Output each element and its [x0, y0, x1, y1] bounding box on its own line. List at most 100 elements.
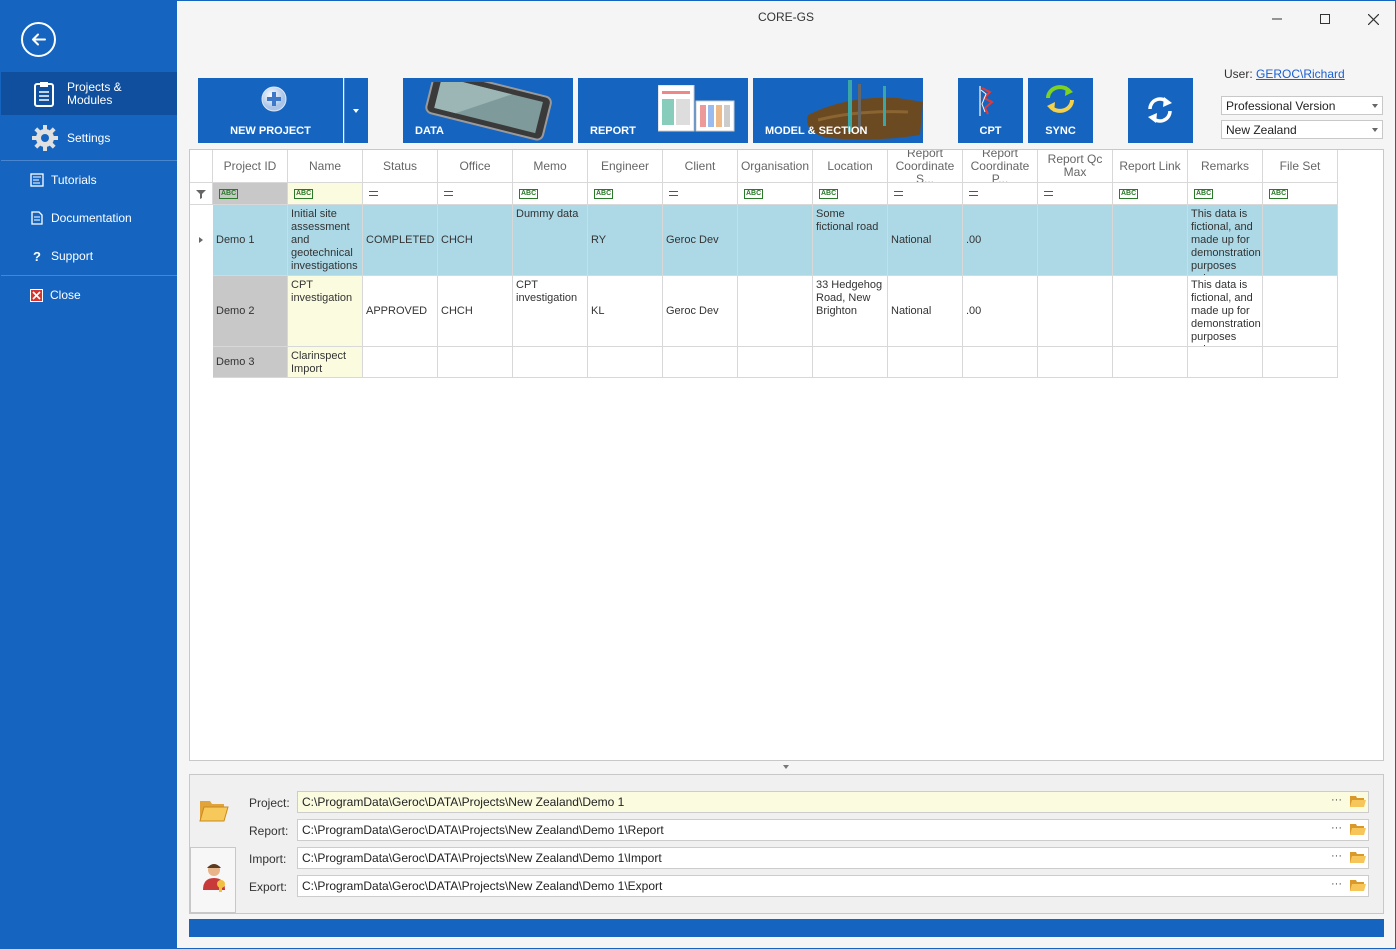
data-module-button[interactable]: DATA [403, 78, 573, 143]
column-header[interactable]: Name [288, 150, 363, 183]
filter-cell[interactable]: ABC [288, 183, 363, 205]
sidebar-item-support[interactable]: ? Support [1, 247, 177, 265]
table-cell[interactable]: Demo 1 [213, 205, 288, 276]
column-header[interactable]: Location [813, 150, 888, 183]
table-cell[interactable] [738, 347, 813, 378]
column-header[interactable]: Remarks [1188, 150, 1263, 183]
panel-splitter[interactable] [783, 765, 789, 769]
version-select[interactable]: Professional Version [1221, 96, 1383, 115]
cpt-module-button[interactable]: CPT [958, 78, 1023, 143]
column-header[interactable]: Client [663, 150, 738, 183]
folder-icon[interactable] [1350, 794, 1366, 811]
table-cell[interactable] [1188, 347, 1263, 378]
table-cell[interactable]: CPT investigation [513, 276, 588, 347]
project-path-field[interactable]: C:\ProgramData\Geroc\DATA\Projects\New Z… [297, 791, 1369, 813]
sidebar-item-tutorials[interactable]: Tutorials [1, 171, 177, 189]
table-cell[interactable] [363, 347, 438, 378]
table-cell[interactable]: National [888, 276, 963, 347]
export-path-field[interactable]: C:\ProgramData\Geroc\DATA\Projects\New Z… [297, 875, 1369, 897]
sidebar-item-settings[interactable]: Settings [1, 121, 177, 155]
table-cell[interactable]: National [888, 205, 963, 276]
table-cell[interactable]: RY [588, 205, 663, 276]
sidebar-item-close[interactable]: Close [1, 286, 177, 304]
filter-cell[interactable]: ABC [213, 183, 288, 205]
table-cell[interactable] [513, 347, 588, 378]
maximize-button[interactable] [1315, 9, 1335, 29]
browse-button[interactable]: ··· [1331, 822, 1342, 834]
table-cell[interactable]: Geroc Dev [663, 205, 738, 276]
table-cell[interactable]: APPROVED [363, 276, 438, 347]
minimize-button[interactable] [1267, 9, 1287, 29]
user-link[interactable]: GEROC\Richard [1256, 67, 1345, 81]
filter-cell[interactable] [438, 183, 513, 205]
column-header[interactable]: File Set [1263, 150, 1338, 183]
table-cell[interactable]: .00 [963, 276, 1038, 347]
column-header[interactable]: Status [363, 150, 438, 183]
new-project-button[interactable]: NEW PROJECT [198, 78, 343, 143]
table-cell[interactable] [738, 205, 813, 276]
filter-cell[interactable]: ABC [1188, 183, 1263, 205]
table-cell[interactable]: .00 [963, 205, 1038, 276]
column-header[interactable]: Report Coordinate P... [963, 150, 1038, 183]
user-settings-tab[interactable] [190, 847, 236, 913]
table-cell[interactable] [813, 347, 888, 378]
new-project-dropdown-button[interactable] [344, 78, 368, 143]
column-header[interactable]: Report Coordinate S... [888, 150, 963, 183]
table-cell[interactable] [1263, 347, 1338, 378]
table-cell[interactable] [888, 347, 963, 378]
table-cell[interactable]: 33 Hedgehog Road, New Brighton [813, 276, 888, 347]
browse-button[interactable]: ··· [1331, 794, 1342, 806]
filter-cell[interactable]: ABC [813, 183, 888, 205]
table-cell[interactable]: CHCH [438, 205, 513, 276]
table-cell[interactable] [438, 347, 513, 378]
table-cell[interactable] [963, 347, 1038, 378]
table-cell[interactable]: KL [588, 276, 663, 347]
close-window-button[interactable] [1363, 9, 1383, 29]
table-cell[interactable]: Dummy data [513, 205, 588, 276]
table-cell[interactable] [1038, 276, 1113, 347]
table-cell[interactable]: Geroc Dev [663, 276, 738, 347]
report-module-button[interactable]: REPORT [578, 78, 748, 143]
table-cell[interactable] [588, 347, 663, 378]
filter-cell[interactable]: ABC [588, 183, 663, 205]
column-header[interactable]: Organisation [738, 150, 813, 183]
column-header[interactable]: Engineer [588, 150, 663, 183]
sidebar-item-documentation[interactable]: Documentation [1, 209, 177, 227]
column-header[interactable]: Report Qc Max [1038, 150, 1113, 183]
browse-button[interactable]: ··· [1331, 878, 1342, 890]
table-cell[interactable]: Initial site assessment and geotechnical… [288, 205, 363, 276]
sync-module-button[interactable]: SYNC [1028, 78, 1093, 143]
table-cell[interactable]: This data is fictional, and made up for … [1188, 205, 1263, 276]
table-cell[interactable] [1113, 276, 1188, 347]
folder-icon[interactable] [1350, 850, 1366, 867]
report-path-field[interactable]: C:\ProgramData\Geroc\DATA\Projects\New Z… [297, 819, 1369, 841]
table-cell[interactable] [1113, 205, 1188, 276]
back-button[interactable] [21, 22, 56, 57]
table-cell[interactable]: COMPLETED [363, 205, 438, 276]
table-cell[interactable]: CPT investigation [288, 276, 363, 347]
column-header[interactable]: Memo [513, 150, 588, 183]
column-header[interactable]: Report Link [1113, 150, 1188, 183]
table-cell[interactable]: This data is fictional, and made up for … [1188, 276, 1263, 347]
filter-cell[interactable] [963, 183, 1038, 205]
folder-open-icon[interactable] [199, 797, 229, 826]
filter-cell[interactable] [663, 183, 738, 205]
column-header[interactable]: Project ID [213, 150, 288, 183]
filter-cell[interactable]: ABC [738, 183, 813, 205]
table-cell[interactable] [1263, 276, 1338, 347]
import-path-field[interactable]: C:\ProgramData\Geroc\DATA\Projects\New Z… [297, 847, 1369, 869]
model-section-module-button[interactable]: MODEL & SECTION [753, 78, 923, 143]
filter-row-icon[interactable] [190, 183, 213, 205]
filter-cell[interactable] [363, 183, 438, 205]
filter-cell[interactable] [888, 183, 963, 205]
table-cell[interactable] [1038, 347, 1113, 378]
table-cell[interactable] [1038, 205, 1113, 276]
region-select[interactable]: New Zealand [1221, 120, 1383, 139]
sidebar-item-projects-modules[interactable]: Projects & Modules [1, 72, 177, 115]
table-cell[interactable]: CHCH [438, 276, 513, 347]
browse-button[interactable]: ··· [1331, 850, 1342, 862]
table-cell[interactable] [1263, 205, 1338, 276]
column-header[interactable]: Office [438, 150, 513, 183]
refresh-button[interactable] [1128, 78, 1193, 143]
table-cell[interactable] [738, 276, 813, 347]
